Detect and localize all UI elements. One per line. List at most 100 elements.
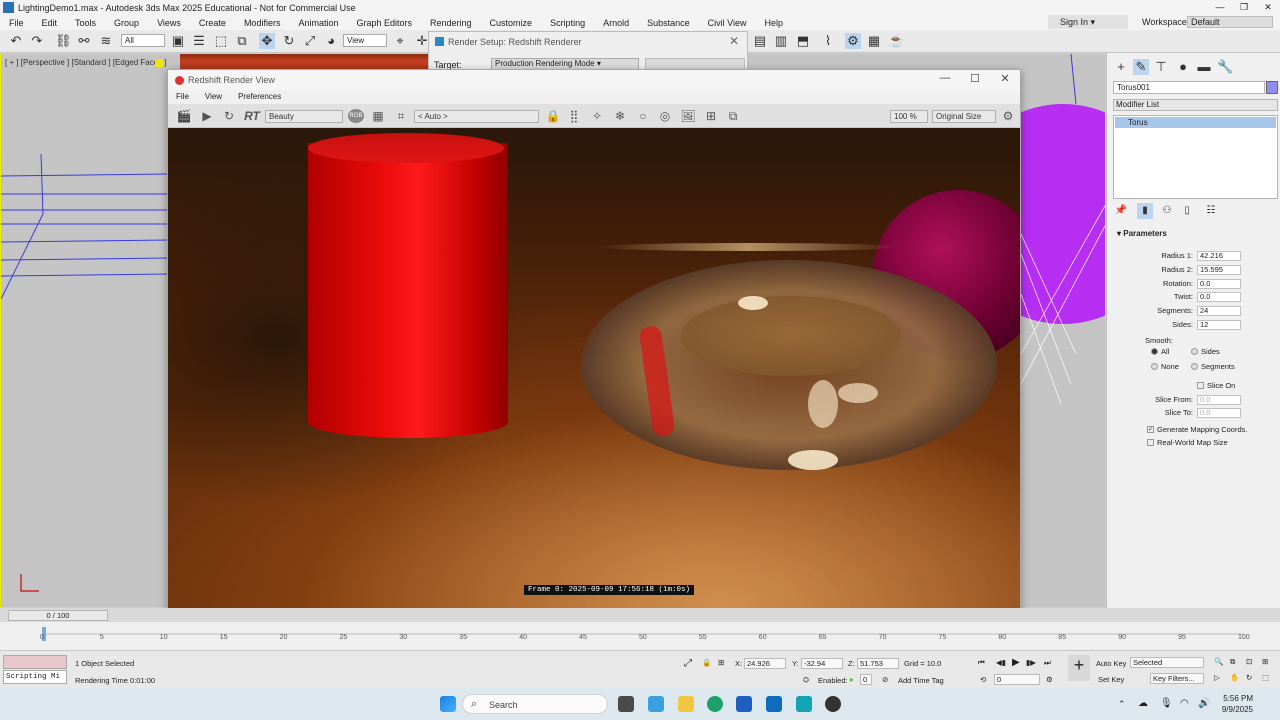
maximize-button[interactable]: ❐ bbox=[1232, 0, 1256, 15]
redo-icon[interactable]: ↷ bbox=[29, 33, 45, 49]
selection-lock-icon[interactable]: 🔒 bbox=[702, 658, 711, 667]
3dsmax-taskbar-icon[interactable] bbox=[796, 696, 812, 712]
play-icon[interactable]: ▶ bbox=[1012, 657, 1020, 668]
orbit-icon[interactable]: ↻ bbox=[1246, 673, 1252, 682]
slice-on-checkbox[interactable] bbox=[1197, 382, 1204, 389]
outlook-icon[interactable] bbox=[766, 696, 782, 712]
pivot-center-icon[interactable]: ⌖ bbox=[392, 33, 408, 49]
rv-menu-preferences[interactable]: Preferences bbox=[230, 90, 289, 104]
menu-create[interactable]: Create bbox=[190, 18, 235, 28]
rgb-badge[interactable]: RGB bbox=[348, 109, 364, 123]
reference-coordinate-dropdown[interactable]: View bbox=[343, 34, 387, 47]
set-key-button[interactable]: Set Key bbox=[1098, 675, 1124, 684]
real-world-map-checkbox[interactable] bbox=[1147, 439, 1154, 446]
parameters-header[interactable]: ▾ Parameters bbox=[1117, 229, 1167, 238]
wifi-icon[interactable]: ◠ bbox=[1180, 698, 1189, 709]
aov-dropdown[interactable]: Beauty bbox=[265, 110, 343, 123]
network-icon[interactable]: ☁ bbox=[1138, 698, 1148, 709]
create-tab-icon[interactable]: + bbox=[1113, 59, 1129, 75]
hierarchy-tab-icon[interactable]: ⊤ bbox=[1153, 59, 1169, 75]
zoom-icon[interactable]: 🔍 bbox=[1214, 657, 1223, 666]
menu-graph-editors[interactable]: Graph Editors bbox=[347, 18, 421, 28]
time-config-icon[interactable]: ⚙ bbox=[1046, 675, 1053, 684]
modify-tab-icon[interactable]: ✎ bbox=[1133, 59, 1149, 75]
lock-icon[interactable]: 🔒 bbox=[545, 108, 561, 124]
set-key-big-button[interactable]: + bbox=[1068, 655, 1090, 681]
go-to-start-icon[interactable]: ⏮ bbox=[978, 658, 985, 668]
auto-key-button[interactable]: Auto Key bbox=[1096, 659, 1126, 668]
menu-rendering[interactable]: Rendering bbox=[421, 18, 481, 28]
placement-icon[interactable]: ◕ bbox=[323, 33, 339, 49]
undo-icon[interactable]: ↶ bbox=[8, 33, 24, 49]
circle-icon[interactable]: ○ bbox=[635, 108, 651, 124]
bucket-grid-icon[interactable]: ⣿ bbox=[566, 108, 582, 124]
x-coordinate-field[interactable]: 24.926 bbox=[744, 658, 786, 669]
link-icon[interactable]: ⛓ bbox=[55, 33, 72, 49]
smooth-none-radio[interactable] bbox=[1151, 363, 1158, 370]
render-view-maximize-icon[interactable]: ☐ bbox=[960, 72, 990, 85]
rv-menu-view[interactable]: View bbox=[197, 90, 230, 104]
zoom-dropdown[interactable]: 100 % bbox=[890, 110, 928, 123]
param-spinner[interactable]: 0.0 bbox=[1197, 279, 1241, 289]
maxscript-listener-box[interactable] bbox=[3, 655, 67, 669]
menu-modifiers[interactable]: Modifiers bbox=[235, 18, 290, 28]
param-spinner[interactable]: 24 bbox=[1197, 306, 1241, 316]
menu-substance[interactable]: Substance bbox=[638, 18, 699, 28]
stack-item-torus[interactable]: Torus bbox=[1115, 117, 1276, 128]
time-slider[interactable]: 0 / 100 bbox=[0, 608, 1280, 622]
taskbar-clock[interactable]: 5:56 PM 9/9/2025 bbox=[1215, 693, 1253, 715]
start-icon[interactable] bbox=[440, 696, 456, 712]
param-spinner[interactable]: 0.0 bbox=[1197, 292, 1241, 302]
go-to-end-icon[interactable]: ⏭ bbox=[1044, 658, 1051, 668]
grid-icon[interactable]: ▦ bbox=[370, 108, 386, 124]
rv-menu-file[interactable]: File bbox=[168, 90, 197, 104]
enabled-value-field[interactable]: 0 bbox=[860, 674, 872, 685]
key-mode-icon[interactable]: ⟲ bbox=[980, 675, 986, 684]
motion-tab-icon[interactable]: ● bbox=[1175, 59, 1191, 75]
menu-civil-view[interactable]: Civil View bbox=[699, 18, 756, 28]
configure-sets-icon[interactable]: ☷ bbox=[1203, 203, 1219, 219]
scripting-mini-listener[interactable]: Scripting Mi bbox=[3, 670, 67, 684]
focus-icon[interactable]: ◎ bbox=[657, 108, 673, 124]
rendered-frame-window-icon[interactable]: ▦ bbox=[866, 33, 882, 49]
key-set-dropdown[interactable]: Selected bbox=[1130, 657, 1204, 668]
store-icon[interactable] bbox=[736, 696, 752, 712]
menu-help[interactable]: Help bbox=[755, 18, 792, 28]
toggle-ribbon-icon[interactable]: ⬒ bbox=[795, 33, 811, 49]
unlink-icon[interactable]: ⚯ bbox=[76, 33, 92, 49]
menu-tools[interactable]: Tools bbox=[66, 18, 105, 28]
generate-mapping-checkbox[interactable]: ✓ bbox=[1147, 426, 1154, 433]
menu-group[interactable]: Group bbox=[105, 18, 148, 28]
render-setup-close-icon[interactable]: ✕ bbox=[729, 34, 739, 48]
copy-icon[interactable]: ⧉ bbox=[725, 108, 741, 124]
menu-arnold[interactable]: Arnold bbox=[594, 18, 638, 28]
maximize-viewport-icon[interactable]: ⬚ bbox=[1262, 673, 1269, 682]
adaptive-degradation-icon[interactable]: ⛭ bbox=[803, 675, 809, 685]
crop-icon[interactable]: ⌗ bbox=[393, 108, 409, 124]
utilities-tab-icon[interactable]: 🔧 bbox=[1217, 59, 1233, 75]
show-end-result-icon[interactable]: ▮ bbox=[1137, 203, 1153, 219]
workspace-dropdown[interactable]: Default bbox=[1187, 16, 1273, 28]
enabled-indicator-icon[interactable]: ● bbox=[849, 675, 854, 684]
object-color-swatch[interactable] bbox=[1266, 81, 1278, 94]
current-frame-field[interactable]: 0 bbox=[994, 674, 1040, 685]
selection-filter-dropdown[interactable]: All bbox=[121, 34, 165, 47]
render-view-minimize-icon[interactable]: — bbox=[930, 72, 960, 84]
zoom-all-icon[interactable]: ⧉ bbox=[1230, 657, 1235, 667]
previous-frame-icon[interactable]: ◀▮ bbox=[996, 658, 1006, 667]
sign-in-button[interactable]: Sign In ▾ bbox=[1048, 15, 1128, 29]
param-spinner[interactable]: 0.0 bbox=[1197, 408, 1241, 418]
add-snapshot-icon[interactable]: ⊞ bbox=[703, 108, 719, 124]
next-frame-icon[interactable]: ▮▶ bbox=[1026, 658, 1036, 667]
param-spinner[interactable]: 0.0 bbox=[1197, 395, 1241, 405]
taskbar-search[interactable]: ⌕ Search bbox=[462, 694, 608, 714]
clapper-icon[interactable]: 🎬 bbox=[176, 108, 192, 124]
render-setup-icon[interactable]: ⚙ bbox=[845, 33, 861, 49]
close-button[interactable]: ✕ bbox=[1256, 0, 1280, 15]
time-slider-thumb[interactable]: 0 / 100 bbox=[8, 610, 108, 621]
rt-toggle[interactable]: RT bbox=[242, 108, 262, 124]
add-time-tag[interactable]: Add Time Tag bbox=[898, 676, 944, 685]
make-unique-icon[interactable]: ⚇ bbox=[1159, 203, 1175, 219]
display-tab-icon[interactable]: ▬ bbox=[1196, 59, 1212, 75]
menu-scripting[interactable]: Scripting bbox=[541, 18, 594, 28]
